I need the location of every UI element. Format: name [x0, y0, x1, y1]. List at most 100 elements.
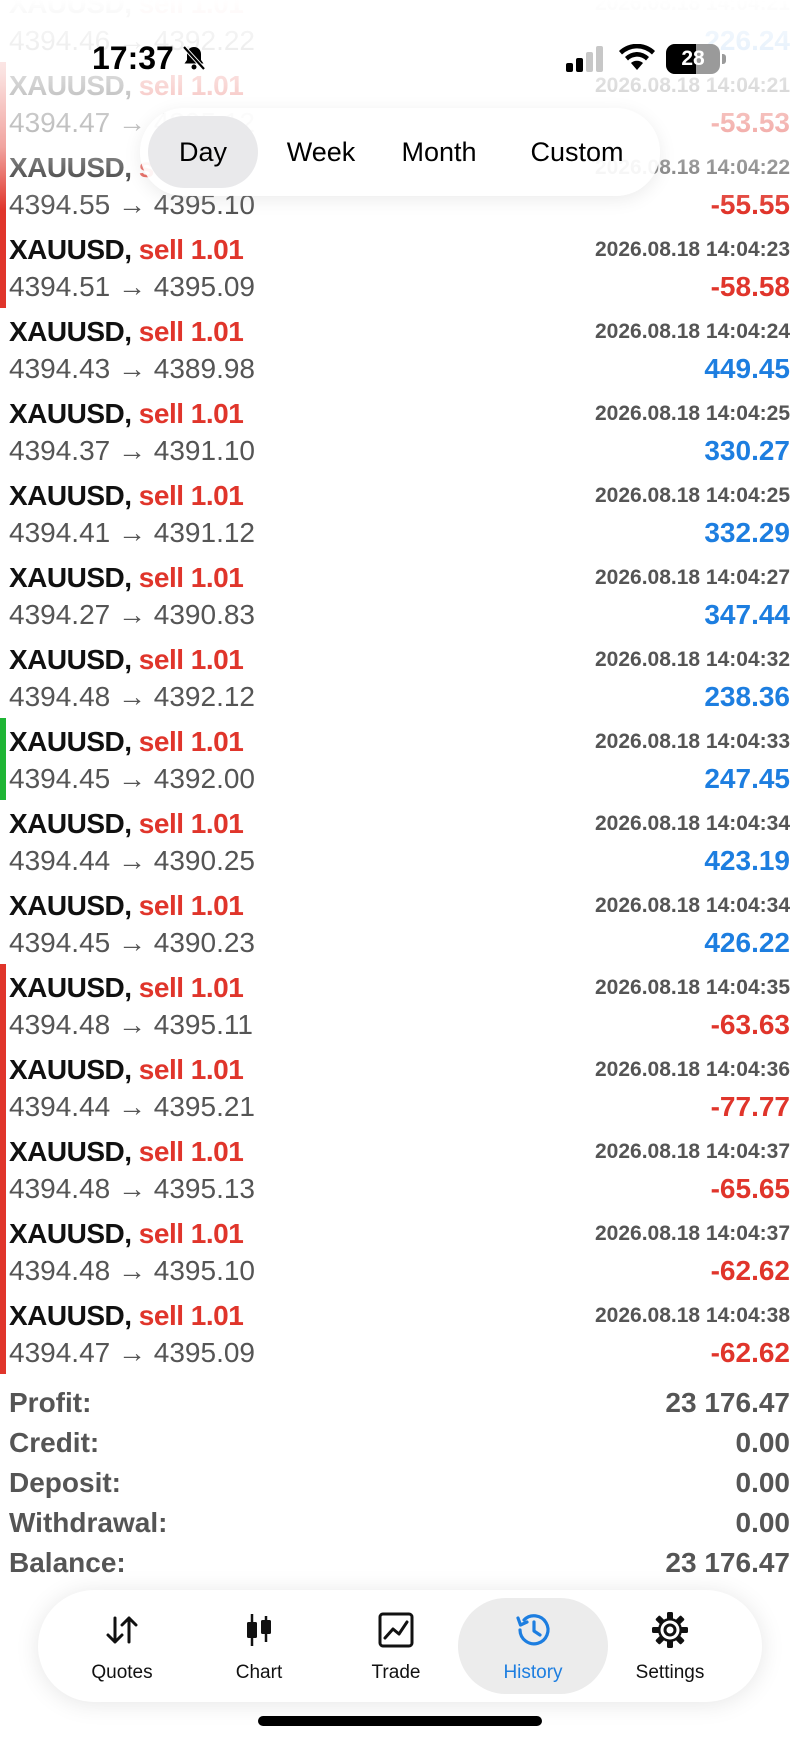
trade-row[interactable]: XAUUSD, sell 1.01 4394.48 → 4395.13 2026.0…: [0, 1128, 800, 1210]
trade-price-range: 4394.44 → 4395.21: [9, 1091, 255, 1123]
trade-time: 2026.08.18 14:04:32: [595, 648, 790, 671]
trade-profit: -65.65: [710, 1173, 790, 1204]
trade-row[interactable]: XAUUSD, sell 1.01 4394.44 → 4390.25 2026.0…: [0, 800, 800, 882]
open-price: 4394.27: [9, 599, 111, 630]
trade-row[interactable]: XAUUSD, sell 1.01 4394.51 → 4395.09 2026.0…: [0, 226, 800, 308]
arrow-right-icon: →: [110, 353, 154, 384]
trade-side-volume: sell 1.01: [138, 972, 244, 1003]
trade-symbol-line: XAUUSD, sell 1.01: [9, 316, 244, 347]
trade-side-volume: sell 1.01: [138, 808, 244, 839]
close-price: 4395.11: [153, 1009, 253, 1040]
tab-quotes[interactable]: Quotes: [47, 1598, 197, 1694]
close-price: 4395.21: [153, 1091, 255, 1122]
period-tab-day[interactable]: Day: [148, 116, 258, 188]
gear-icon: [650, 1610, 690, 1650]
close-price: 4390.25: [153, 845, 255, 876]
red-status-marker: [0, 144, 6, 226]
trade-symbol: XAUUSD: [9, 1136, 125, 1167]
trade-side-volume: sell 1.01: [138, 1136, 244, 1167]
bell-muted-icon: [180, 44, 208, 77]
tab-chart-label: Chart: [235, 1662, 283, 1683]
trade-profit: 238.36: [704, 681, 790, 712]
tab-trade-label: Trade: [371, 1662, 421, 1683]
trade-time: 2026.08.18 14:04:33: [595, 730, 790, 753]
trade-row[interactable]: XAUUSD, sell 1.01 4394.44 → 4395.21 2026.0…: [0, 1046, 800, 1128]
tab-history[interactable]: History: [458, 1598, 608, 1694]
period-selector: Day Week Month Custom: [140, 108, 660, 196]
trade-time: 2026.08.18 14:04:24: [595, 320, 790, 343]
trade-price-range: 4394.48 → 4395.11: [9, 1009, 253, 1041]
trade-row[interactable]: XAUUSD, sell 1.01 4394.48 → 4392.12 2026.0…: [0, 636, 800, 718]
trade-row[interactable]: XAUUSD, sell 1.01 4394.41 → 4391.12 2026.0…: [0, 472, 800, 554]
red-status-marker: [0, 1128, 6, 1210]
open-price: 4394.45: [9, 927, 111, 958]
tab-settings[interactable]: Settings: [595, 1598, 745, 1694]
arrows-up-down-icon: [102, 1610, 142, 1650]
tab-quotes-label: Quotes: [91, 1662, 153, 1683]
trade-symbol: XAUUSD: [9, 0, 125, 19]
trade-profit: -77.77: [710, 1091, 790, 1122]
trade-symbol-line: XAUUSD, sell 1.01: [9, 644, 244, 675]
summary-withdrawal-value: 0.00: [735, 1507, 791, 1538]
trade-symbol: XAUUSD: [9, 808, 125, 839]
trade-time: 2026.08.18 14:04:35: [595, 976, 790, 999]
trade-row[interactable]: XAUUSD, sell 1.01 4394.37 → 4391.10 2026.0…: [0, 390, 800, 472]
summary-profit-label: Profit:: [9, 1387, 92, 1418]
close-price: 4395.13: [153, 1173, 255, 1204]
period-tab-month[interactable]: Month: [384, 116, 494, 188]
trade-row[interactable]: XAUUSD, sell 1.01 4394.45 → 4392.00 2026.0…: [0, 718, 800, 800]
open-price: 4394.55: [9, 189, 111, 220]
trade-symbol-line: XAUUSD, sell 1.01: [9, 1300, 244, 1331]
trade-symbol: XAUUSD: [9, 890, 125, 921]
arrow-right-icon: →: [110, 845, 154, 876]
trade-profit: 347.44: [704, 599, 790, 630]
trade-time: 2026.08.18 14:04:34: [595, 812, 790, 835]
close-price: 4390.23: [153, 927, 255, 958]
trade-price-range: 4394.48 → 4395.10: [9, 1255, 255, 1287]
trade-row[interactable]: XAUUSD, sell 1.01 4394.45 → 4390.23 2026.0…: [0, 882, 800, 964]
trade-side-volume: sell 1.01: [138, 0, 244, 19]
red-status-marker: [0, 1210, 6, 1292]
arrow-right-icon: →: [110, 1337, 154, 1368]
trade-profit: 247.45: [704, 763, 790, 794]
open-price: 4394.47: [9, 1337, 111, 1368]
trade-symbol: XAUUSD: [9, 398, 125, 429]
trade-price-range: 4394.51 → 4395.09: [9, 271, 255, 303]
trade-row[interactable]: XAUUSD, sell 1.01 4394.48 → 4395.10 2026.0…: [0, 1210, 800, 1292]
trade-price-range: 4394.45 → 4392.00: [9, 763, 255, 795]
trade-symbol-line: XAUUSD, sell 1.01: [9, 808, 244, 839]
open-price: 4394.48: [9, 1009, 111, 1040]
trade-time: 2026.08.18 14:04:23: [595, 238, 790, 261]
summary-deposit-label: Deposit:: [9, 1467, 121, 1498]
trade-row[interactable]: XAUUSD, sell 1.01 4394.43 → 4389.98 2026.0…: [0, 308, 800, 390]
arrow-right-icon: →: [110, 1009, 154, 1040]
trade-row[interactable]: XAUUSD, sell 1.01 4394.47 → 4395.09 2026.0…: [0, 1292, 800, 1374]
arrow-right-icon: →: [110, 927, 154, 958]
open-price: 4394.44: [9, 1091, 111, 1122]
open-price: 4394.48: [9, 1173, 111, 1204]
summary-balance-label: Balance:: [9, 1547, 126, 1578]
period-tab-custom[interactable]: Custom: [502, 116, 652, 188]
trade-row[interactable]: XAUUSD, sell 1.01 4394.27 → 4390.83 2026.0…: [0, 554, 800, 636]
trade-profit: 332.29: [704, 517, 790, 548]
period-tab-week[interactable]: Week: [266, 116, 376, 188]
tab-trade[interactable]: Trade: [321, 1598, 471, 1694]
trade-price-range: 4394.48 → 4392.12: [9, 681, 255, 713]
trade-row[interactable]: XAUUSD, sell 1.01 4394.48 → 4395.11 2026.0…: [0, 964, 800, 1046]
trade-symbol-line: XAUUSD, sell 1.01: [9, 972, 244, 1003]
battery-level: 28: [681, 47, 705, 70]
trade-symbol: XAUUSD: [9, 1218, 125, 1249]
red-status-marker: [0, 1292, 6, 1374]
trade-profit: -62.62: [710, 1255, 790, 1286]
trade-profit: 449.45: [704, 353, 790, 384]
arrow-right-icon: →: [110, 435, 154, 466]
trade-price-range: 4394.41 → 4391.12: [9, 517, 255, 549]
trade-symbol: XAUUSD: [9, 1054, 125, 1085]
open-price: 4394.48: [9, 1255, 111, 1286]
trade-profit: -63.63: [710, 1009, 790, 1040]
trade-symbol: XAUUSD: [9, 562, 125, 593]
tab-chart[interactable]: Chart: [184, 1598, 334, 1694]
trade-symbol-line: XAUUSD, sell 1.01: [9, 562, 244, 593]
arrow-right-icon: →: [110, 1091, 154, 1122]
summary-profit-value: 23 176.47: [665, 1387, 790, 1418]
